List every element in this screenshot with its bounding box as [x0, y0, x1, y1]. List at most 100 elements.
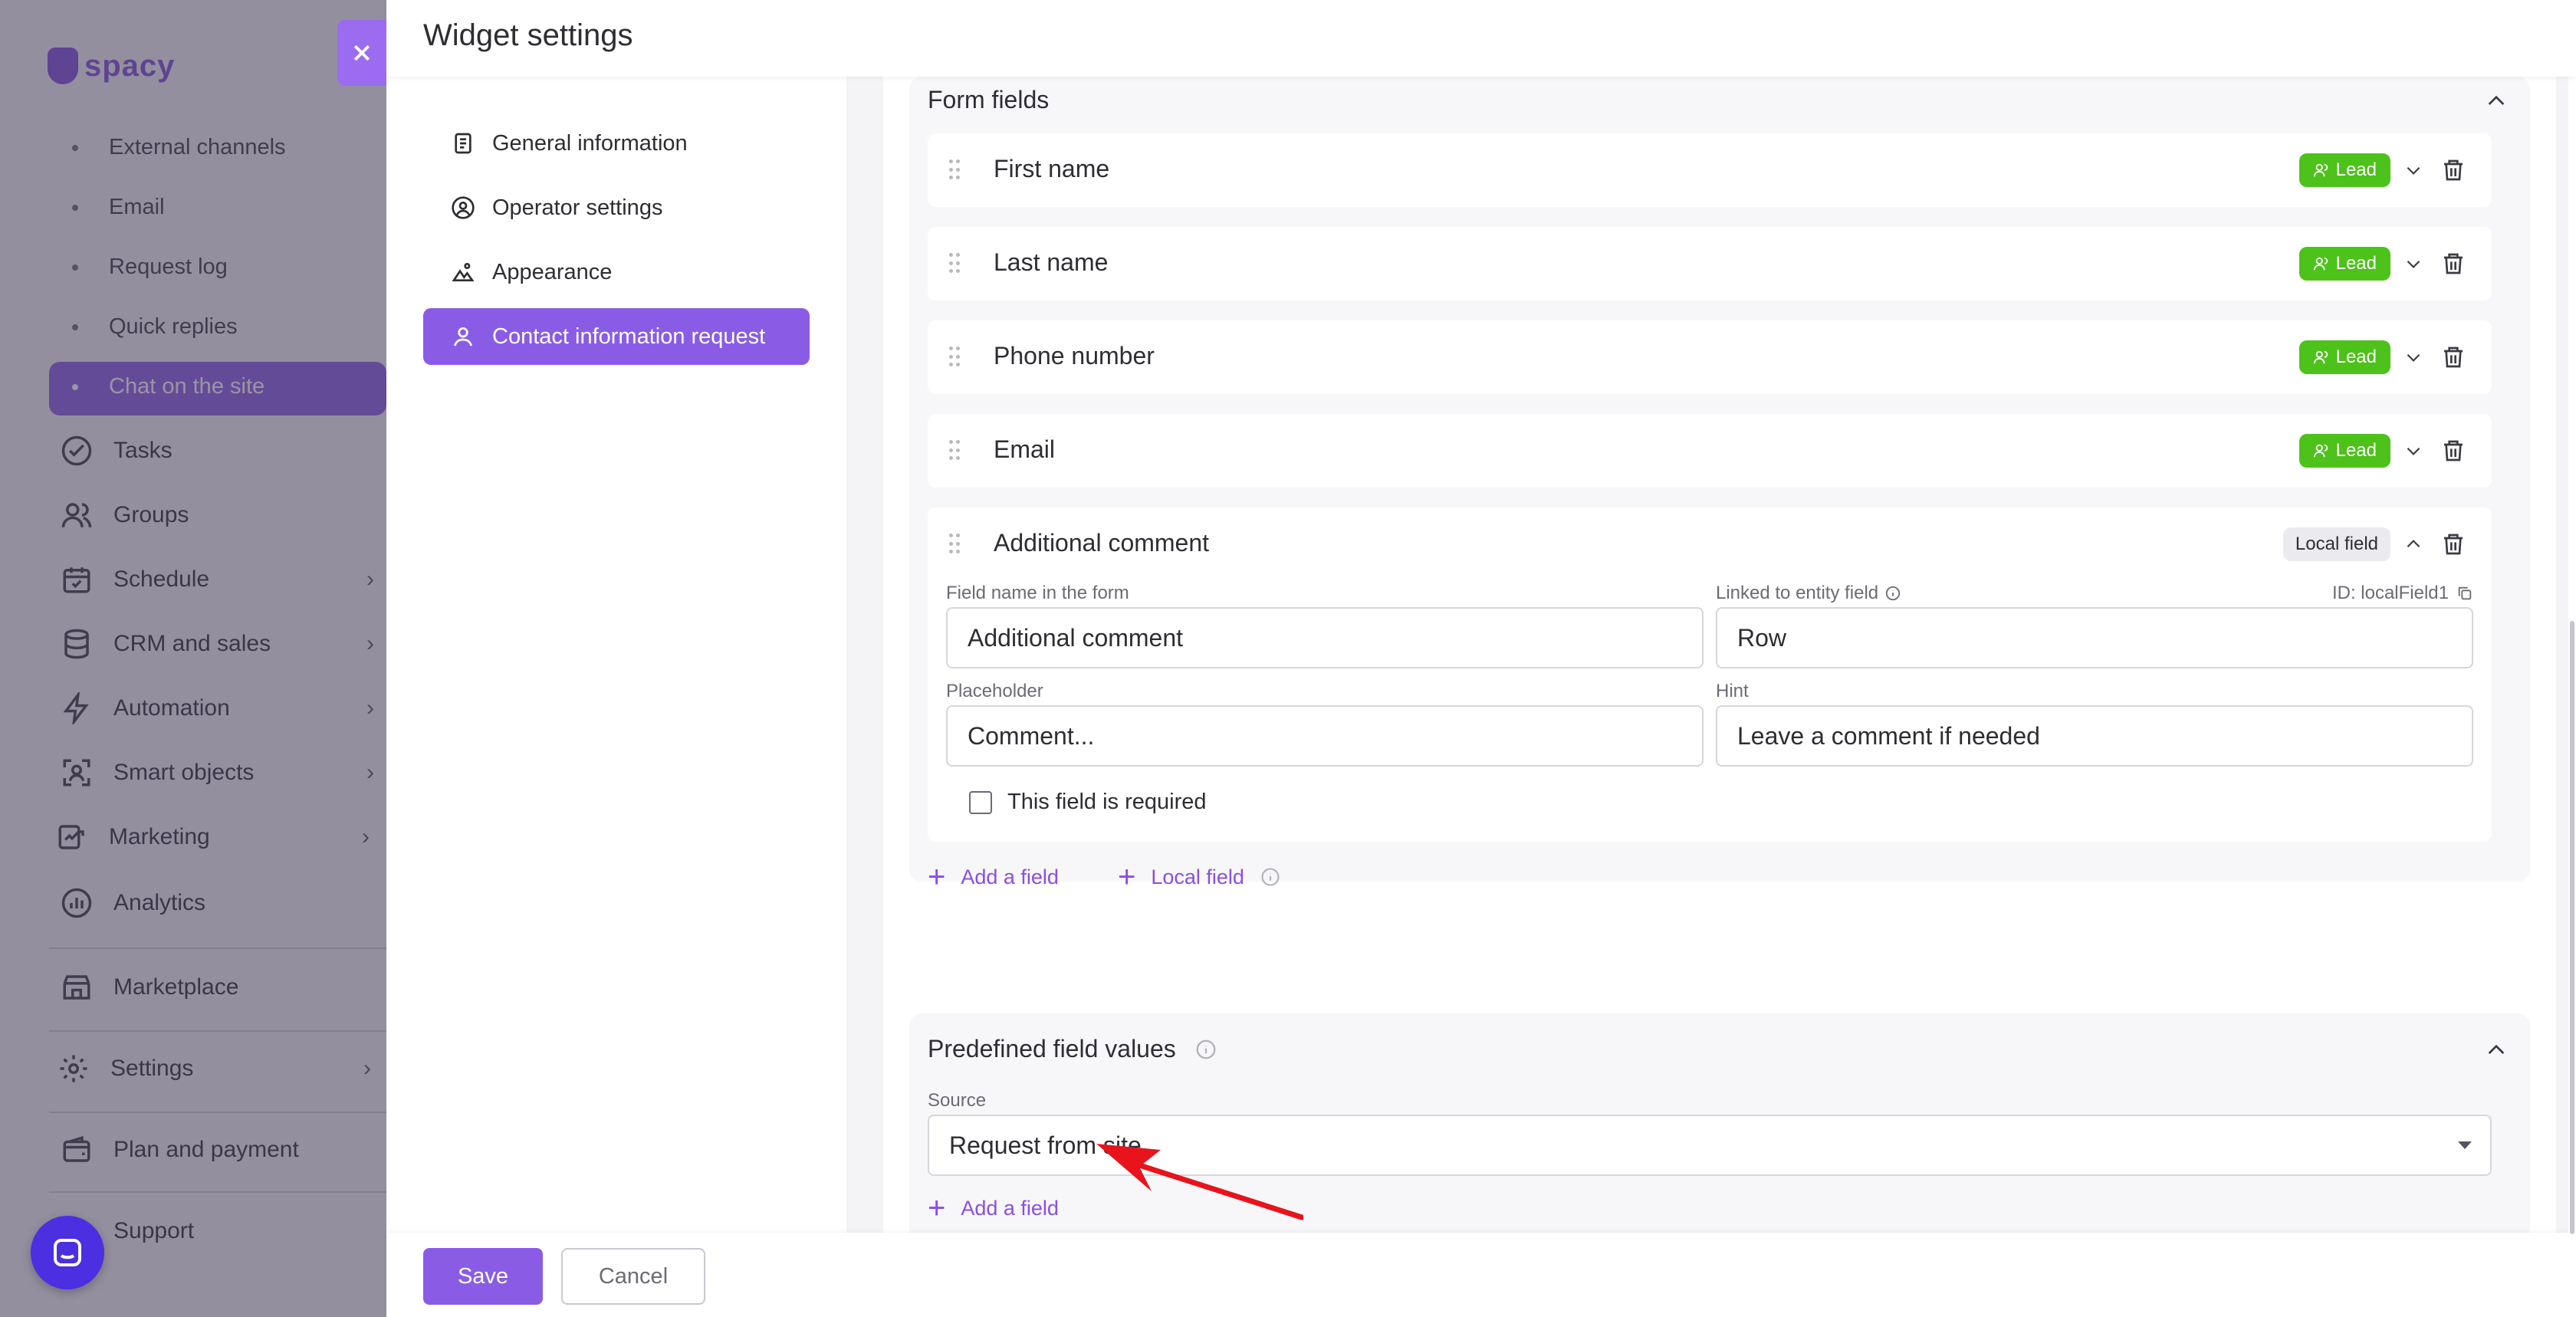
trash-icon	[2444, 534, 2463, 555]
lead-badge: Lead	[2298, 153, 2390, 187]
sidebar-item-smart-objects[interactable]: Smart objects ›	[60, 756, 374, 790]
user-icon	[448, 321, 478, 352]
sidebar-item-settings[interactable]: Settings ›	[57, 1052, 371, 1085]
drag-handle-icon[interactable]	[949, 346, 960, 368]
sidebar-item-label: Support	[113, 1218, 195, 1243]
info-icon[interactable]	[1194, 1038, 1217, 1061]
chevron-up-icon	[2488, 1044, 2505, 1054]
close-icon	[353, 44, 370, 61]
form-field-row[interactable]: Email Lead	[928, 414, 2492, 488]
expand-field-button[interactable]	[2400, 437, 2427, 465]
chat-icon	[54, 1239, 81, 1266]
logo-text: spacy	[84, 48, 176, 83]
settings-nav-general-information[interactable]: General information	[423, 115, 810, 172]
drag-handle-icon[interactable]	[949, 534, 960, 555]
sidebar-item-label: Tasks	[113, 438, 172, 463]
settings-nav-label: Contact information request	[492, 324, 766, 349]
users-icon	[2313, 444, 2328, 458]
linked-entity-label-text: Linked to entity field	[1716, 583, 1879, 603]
sidebar-item-schedule[interactable]: Schedule ›	[60, 563, 374, 596]
close-panel-button[interactable]	[337, 20, 386, 86]
plus-icon: +	[928, 1191, 946, 1225]
sidebar-item-crm-and-sales[interactable]: CRM and sales ›	[60, 627, 374, 661]
sidebar-item-analytics[interactable]: Analytics	[60, 886, 374, 920]
form-field-name: Additional comment	[994, 529, 1210, 557]
collapse-field-button[interactable]	[2400, 530, 2427, 558]
drag-handle-icon[interactable]	[949, 159, 960, 181]
sidebar-item-plan-and-payment[interactable]: Plan and payment	[60, 1133, 374, 1167]
sidebar-item-label: Schedule	[113, 567, 210, 592]
chevron-right-icon: ›	[363, 1056, 371, 1081]
collapse-section-button[interactable]	[2481, 86, 2512, 117]
sidebar-sub-item-request-log[interactable]: Request log	[72, 255, 228, 280]
add-predefined-field-link[interactable]: + Add a field	[928, 1193, 1059, 1223]
bullet-icon	[72, 204, 78, 211]
add-field-link[interactable]: + Add a field	[928, 862, 1059, 892]
delete-field-button[interactable]	[2438, 434, 2469, 468]
settings-nav-label: Appearance	[492, 259, 613, 284]
chevron-down-icon	[2407, 353, 2420, 362]
delete-field-button[interactable]	[2438, 247, 2469, 281]
sidebar-item-automation[interactable]: Automation ›	[60, 691, 374, 725]
placeholder-input[interactable]: Comment...	[946, 705, 1704, 767]
chevron-up-icon	[2488, 95, 2505, 105]
drag-handle-icon[interactable]	[949, 440, 960, 461]
linked-entity-select[interactable]: Row	[1716, 607, 2473, 668]
sidebar-item-groups[interactable]: Groups	[60, 498, 374, 532]
settings-nav-appearance[interactable]: Appearance	[423, 244, 810, 301]
placeholder-label: Placeholder	[946, 681, 1043, 701]
form-field-row[interactable]: Phone number Lead	[928, 320, 2492, 394]
sidebar-item-marketing[interactable]: Marketing ›	[55, 820, 370, 854]
sidebar-sub-item-email[interactable]: Email	[72, 195, 165, 220]
sidebar-item-label: Groups	[113, 502, 189, 527]
sidebar-item-label: CRM and sales	[113, 631, 271, 656]
lead-badge: Lead	[2298, 247, 2390, 281]
bullet-icon	[72, 144, 78, 151]
sidebar-item-marketplace[interactable]: Marketplace	[60, 971, 374, 1004]
predefined-values-title: Predefined field values	[928, 1035, 1176, 1062]
cancel-button[interactable]: Cancel	[561, 1248, 705, 1305]
info-icon[interactable]	[1260, 866, 1281, 888]
users-icon	[2313, 350, 2328, 364]
field-id: ID: localField1	[2332, 583, 2473, 604]
scrollbar-thumb[interactable]	[2570, 621, 2574, 1234]
source-select[interactable]: Request from site	[928, 1115, 2492, 1176]
form-field-row[interactable]: First name Lead	[928, 133, 2492, 207]
sidebar-item-label: Automation	[113, 695, 230, 721]
trash-icon	[2444, 159, 2463, 181]
sidebar-item-label: Analytics	[113, 890, 206, 915]
form-field-name: Last name	[994, 248, 1109, 276]
expand-field-button[interactable]	[2400, 156, 2427, 184]
expand-field-button[interactable]	[2400, 250, 2427, 278]
expand-field-button[interactable]	[2400, 343, 2427, 371]
collapse-section-button[interactable]	[2481, 1035, 2512, 1066]
image-icon	[448, 257, 478, 287]
field-name-input[interactable]: Additional comment	[946, 607, 1704, 668]
lead-badge: Lead	[2298, 340, 2390, 374]
form-field-row[interactable]: Last name Lead	[928, 227, 2492, 301]
sidebar-item-support[interactable]: Support	[60, 1214, 374, 1248]
delete-field-button[interactable]	[2438, 340, 2469, 374]
chat-widget-button[interactable]	[31, 1216, 104, 1289]
chevron-right-icon: ›	[366, 695, 374, 721]
required-label: This field is required	[1007, 790, 1207, 814]
required-checkbox[interactable]	[969, 791, 992, 814]
hint-input[interactable]: Leave a comment if needed	[1716, 705, 2473, 767]
sidebar-sub-item-quick-replies[interactable]: Quick replies	[72, 314, 238, 340]
sidebar-item-tasks[interactable]: Tasks	[60, 434, 374, 468]
delete-field-button[interactable]	[2438, 527, 2469, 561]
save-button[interactable]: Save	[423, 1248, 543, 1305]
settings-nav-label: General information	[492, 130, 688, 156]
drag-handle-icon[interactable]	[949, 253, 960, 274]
delete-field-button[interactable]	[2438, 153, 2469, 187]
info-icon[interactable]	[1884, 585, 1901, 602]
sidebar-sub-item-external-channels[interactable]: External channels	[72, 135, 286, 160]
add-local-field-link[interactable]: + Local field	[1118, 862, 1281, 892]
sidebar-sub-item-chat-on-the-site[interactable]: Chat on the site	[72, 374, 264, 399]
copy-icon[interactable]	[2456, 585, 2473, 602]
users-icon	[2313, 257, 2328, 271]
settings-nav-operator-settings[interactable]: Operator settings	[423, 179, 810, 236]
field-id-text: ID: localField1	[2331, 583, 2449, 603]
dropdown-arrow-icon	[2458, 1141, 2472, 1149]
settings-nav-contact-information-request[interactable]: Contact information request	[423, 308, 810, 365]
